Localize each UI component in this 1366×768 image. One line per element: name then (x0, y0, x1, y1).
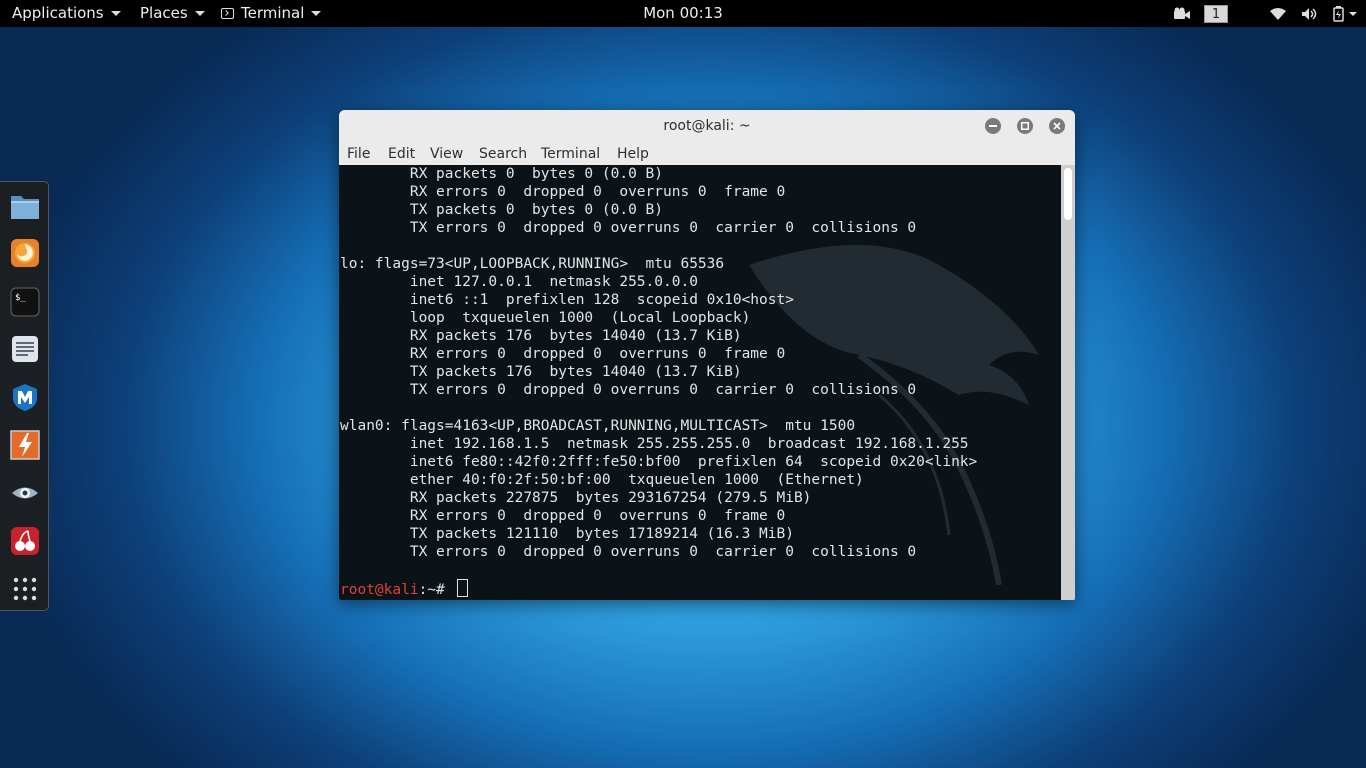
command-prompt[interactable]: root@kali:~# (340, 579, 468, 599)
terminal-line: lo: flags=73<UP,LOOPBACK,RUNNING> mtu 65… (340, 256, 725, 272)
svg-text:$_: $_ (15, 293, 26, 303)
scrollbar[interactable] (1061, 165, 1075, 600)
menu-view[interactable]: View (430, 144, 463, 164)
show-apps-icon[interactable] (9, 573, 41, 605)
terminal-app-menu[interactable]: Terminal (221, 0, 322, 27)
places-label: Places (140, 4, 188, 22)
minimize-icon (989, 125, 997, 127)
prompt-user: root@kali (340, 582, 419, 598)
files-icon[interactable] (9, 190, 41, 222)
menu-edit[interactable]: Edit (388, 144, 415, 164)
terminal-icon (221, 8, 234, 19)
text-editor-icon[interactable] (9, 333, 41, 365)
terminal-line: RX errors 0 dropped 0 overruns 0 frame 0 (409, 346, 786, 362)
terminal-line: TX packets 176 bytes 14040 (13.7 KiB) (409, 364, 742, 380)
volume-icon[interactable] (1300, 4, 1320, 24)
burp-suite-icon[interactable] (9, 429, 41, 461)
title-bar[interactable]: root@kali: ~ (339, 110, 1075, 142)
maximize-button[interactable] (1017, 118, 1033, 134)
chevron-down-icon (110, 11, 121, 16)
terminal-line: RX packets 176 bytes 14040 (13.7 KiB) (409, 328, 742, 344)
menu-help[interactable]: Help (617, 144, 649, 164)
terminal-line: RX packets 227875 bytes 293167254 (279.5… (409, 490, 812, 506)
terminal-line: TX errors 0 dropped 0 overruns 0 carrier… (409, 382, 917, 398)
terminal-line: inet 127.0.0.1 netmask 255.0.0.0 (409, 274, 698, 290)
scrollbar-thumb[interactable] (1064, 168, 1072, 220)
menu-file[interactable]: File (347, 144, 370, 164)
applications-menu[interactable]: Applications (12, 0, 121, 27)
firefox-icon[interactable] (9, 237, 41, 269)
maximize-icon (1021, 122, 1029, 130)
terminal-line: TX packets 121110 bytes 17189214 (16.3 M… (409, 526, 794, 542)
terminal-line: TX packets 0 bytes 0 (0.0 B) (409, 202, 664, 218)
terminal-line: inet6 fe80::42f0:2fff:fe50:bf00 prefixle… (409, 454, 978, 470)
workspace-indicator[interactable]: 1 (1204, 4, 1228, 23)
terminal-line: RX errors 0 dropped 0 overruns 0 frame 0 (409, 184, 786, 200)
top-panel: Applications Places Terminal Mon 00:13 1 (0, 0, 1366, 27)
chevron-down-icon (1349, 11, 1357, 16)
terminal-line: RX packets 0 bytes 0 (0.0 B) (409, 166, 664, 182)
minimize-button[interactable] (985, 118, 1001, 134)
applications-label: Applications (12, 4, 104, 22)
window-title: root@kali: ~ (663, 118, 751, 134)
chevron-down-icon (194, 11, 205, 16)
places-menu[interactable]: Places (140, 0, 205, 27)
cherry-icon[interactable] (9, 525, 41, 557)
terminal-window[interactable]: root@kali: ~ File Edit View Search Termi… (339, 110, 1075, 600)
terminal-line: wlan0: flags=4163<UP,BROADCAST,RUNNING,M… (340, 418, 856, 434)
terminal-line: RX errors 0 dropped 0 overruns 0 frame 0 (409, 508, 786, 524)
video-camera-icon[interactable] (1172, 4, 1192, 24)
menu-bar: File Edit View Search Terminal Help (339, 142, 1075, 165)
prompt-path: :~# (418, 582, 454, 598)
terminal-line: inet6 ::1 prefixlen 128 scopeid 0x10<hos… (409, 292, 794, 308)
text-cursor (456, 579, 468, 597)
terminal-icon[interactable]: $_ (9, 286, 41, 318)
terminal-line: TX errors 0 dropped 0 overruns 0 carrier… (409, 544, 917, 560)
system-tray[interactable]: 1 (1172, 0, 1358, 27)
menu-search[interactable]: Search (479, 144, 527, 164)
terminal-line: inet 192.168.1.5 netmask 255.255.255.0 b… (409, 436, 969, 452)
wifi-icon[interactable] (1268, 4, 1288, 24)
eye-icon[interactable] (9, 477, 41, 509)
terminal-text: RX packets 0 bytes 0 (0.0 B) RX errors 0… (340, 165, 977, 561)
metasploit-icon[interactable] (9, 381, 41, 413)
terminal-label: Terminal (241, 4, 305, 22)
terminal-line: TX errors 0 dropped 0 overruns 0 carrier… (409, 220, 917, 236)
chevron-down-icon (311, 11, 322, 16)
clock[interactable]: Mon 00:13 (0, 0, 1366, 27)
close-button[interactable] (1049, 118, 1065, 134)
battery-icon[interactable] (1332, 4, 1358, 24)
close-icon (1053, 122, 1061, 130)
terminal-output[interactable]: RX packets 0 bytes 0 (0.0 B) RX errors 0… (339, 165, 1061, 600)
terminal-line: loop txqueuelen 1000 (Local Loopback) (409, 310, 751, 326)
terminal-line: ether 40:f0:2f:50:bf:00 txqueuelen 1000 … (409, 472, 864, 488)
dock: $_ (0, 181, 49, 611)
menu-terminal[interactable]: Terminal (541, 144, 600, 164)
